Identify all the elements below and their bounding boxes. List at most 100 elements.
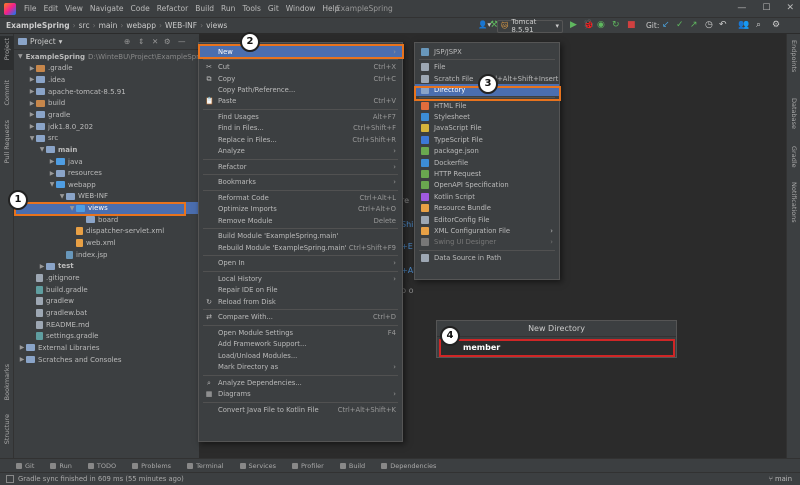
bottom-tab-build[interactable]: Build	[339, 462, 365, 470]
new-submenu-item[interactable]: Stylesheet	[415, 111, 559, 122]
new-submenu-item[interactable]: XML Configuration File ›	[415, 225, 559, 236]
context-menu-item[interactable]: ⧉ Copy Ctrl+C	[199, 73, 402, 84]
debug-icon[interactable]: 🐞	[583, 20, 594, 30]
tree-item[interactable]: ▼ src	[14, 133, 199, 144]
search-icon[interactable]: ⌕	[756, 20, 761, 30]
project-tool-tab[interactable]: Project	[3, 38, 11, 60]
menu-navigate[interactable]: Navigate	[90, 4, 124, 13]
bookmarks-tool-tab[interactable]: Bookmarks	[3, 364, 11, 400]
context-menu-item[interactable]: Mark Directory as ›	[199, 362, 402, 373]
breadcrumb-item[interactable]: main	[99, 21, 118, 30]
context-menu-item[interactable]: Replace in Files... Ctrl+Shift+R	[199, 134, 402, 145]
context-menu-item[interactable]: Local History ›	[199, 273, 402, 284]
bottom-tab-profiler[interactable]: Profiler	[291, 462, 324, 470]
bottom-tab-dependencies[interactable]: Dependencies	[381, 462, 436, 470]
breadcrumb-item[interactable]: src	[79, 21, 90, 30]
pull-requests-tool-tab[interactable]: Pull Requests	[3, 120, 11, 163]
expand-arrow-icon[interactable]: ▼	[18, 53, 23, 60]
context-menu-item[interactable]: Copy Path/Reference...	[199, 84, 402, 95]
new-submenu-item[interactable]: EditorConfig File	[415, 214, 559, 225]
new-submenu-item[interactable]: Kotlin Script	[415, 191, 559, 202]
tree-item[interactable]: README.md	[14, 319, 199, 330]
context-menu-item[interactable]: ↻ Reload from Disk	[199, 296, 402, 307]
bottom-tab-git[interactable]: Git	[16, 462, 34, 470]
expand-arrow-icon[interactable]: ▶	[28, 100, 36, 107]
context-menu-item[interactable]: Add Framework Support...	[199, 339, 402, 350]
context-menu-item[interactable]: Rebuild Module 'ExampleSpring.main' Ctrl+…	[199, 242, 402, 253]
minimize-icon[interactable]: —	[737, 3, 746, 13]
new-submenu-item[interactable]: File	[415, 62, 559, 73]
tree-item[interactable]: dispatcher-servlet.xml	[14, 226, 199, 237]
bottom-tab-problems[interactable]: Problems	[132, 462, 171, 470]
new-submenu-item[interactable]: TypeScript File	[415, 134, 559, 145]
expand-arrow-icon[interactable]: ▶	[18, 356, 26, 363]
tree-item[interactable]: ▶ Scratches and Consoles	[14, 354, 199, 365]
context-menu-item[interactable]: Load/Unload Modules...	[199, 350, 402, 361]
locate-icon[interactable]: ⊕	[124, 37, 130, 46]
project-view-select[interactable]: Project	[30, 37, 56, 46]
context-menu-item[interactable]: ▦ Diagrams ›	[199, 389, 402, 400]
tree-item[interactable]: ▼ webapp	[14, 179, 199, 190]
status-panel-icon[interactable]	[6, 475, 14, 483]
notifications-tool-tab[interactable]: Notifications	[790, 182, 798, 223]
new-submenu-item[interactable]: HTTP Request	[415, 168, 559, 179]
new-submenu-item[interactable]: JSP/JSPX	[415, 46, 559, 57]
tree-item[interactable]: gradlew	[14, 296, 199, 307]
context-menu-item[interactable]: Repair IDE on File	[199, 285, 402, 296]
new-submenu-item[interactable]: HTML File	[415, 100, 559, 111]
code-with-me-icon[interactable]: 👥	[738, 20, 749, 30]
tree-item[interactable]: settings.gradle	[14, 331, 199, 342]
tree-item[interactable]: ▶ gradle	[14, 109, 199, 120]
structure-tool-tab[interactable]: Structure	[3, 414, 11, 444]
profile-icon[interactable]: ↻	[612, 20, 620, 30]
tree-item[interactable]: ▶ .gradle	[14, 63, 199, 74]
tree-item[interactable]: .gitignore	[14, 272, 199, 283]
tree-item[interactable]: ▼ main	[14, 144, 199, 155]
tree-item[interactable]: ▶ apache-tomcat-8.5.91	[14, 86, 199, 97]
context-menu-item[interactable]: Find Usages Alt+F7	[199, 111, 402, 122]
menu-window[interactable]: Window	[286, 4, 316, 13]
tree-item[interactable]: ▼ ExampleSpring D:\WinteBU\Project\Example…	[14, 51, 210, 62]
rollback-icon[interactable]: ↶	[719, 20, 727, 30]
menu-edit[interactable]: Edit	[44, 4, 59, 13]
expand-arrow-icon[interactable]: ▶	[48, 170, 56, 177]
new-submenu-item[interactable]: OpenAPI Specification	[415, 180, 559, 191]
tree-item[interactable]: ▶ .idea	[14, 74, 199, 85]
context-menu-item[interactable]: Reformat Code Ctrl+Alt+L	[199, 192, 402, 203]
expand-arrow-icon[interactable]: ▶	[28, 123, 36, 130]
database-tool-tab[interactable]: Database	[790, 98, 798, 129]
tree-item[interactable]: ▼ WEB-INF	[14, 191, 199, 202]
expand-arrow-icon[interactable]: ▼	[48, 181, 56, 188]
bottom-tab-services[interactable]: Services	[239, 462, 276, 470]
context-menu-item[interactable]: Remove Module Delete	[199, 215, 402, 226]
context-menu-item[interactable]: Optimize Imports Ctrl+Alt+O	[199, 204, 402, 215]
expand-arrow-icon[interactable]: ▶	[38, 263, 46, 270]
bottom-tab-todo[interactable]: TODO	[87, 462, 116, 470]
tree-item[interactable]: ▶ test	[14, 261, 199, 272]
tree-item[interactable]: build.gradle	[14, 284, 199, 295]
menu-build[interactable]: Build	[195, 4, 214, 13]
context-menu-item[interactable]: Build Module 'ExampleSpring.main'	[199, 231, 402, 242]
expand-arrow-icon[interactable]: ▶	[28, 111, 36, 118]
bottom-tab-run[interactable]: Run	[50, 462, 72, 470]
expand-arrow-icon[interactable]: ▶	[28, 76, 36, 83]
new-submenu-item[interactable]: Data Source in Path	[415, 252, 559, 263]
context-menu-item[interactable]: Refactor ›	[199, 161, 402, 172]
breadcrumb-item[interactable]: views	[206, 21, 227, 30]
expand-arrow-icon[interactable]: ▶	[28, 65, 36, 72]
menu-tools[interactable]: Tools	[242, 4, 260, 13]
hide-panel-icon[interactable]: —	[178, 37, 186, 46]
expand-arrow-icon[interactable]: ▼	[58, 193, 66, 200]
context-menu-item[interactable]: ⌕ Analyze Dependencies...	[199, 377, 402, 388]
expand-all-icon[interactable]: ✕	[152, 37, 158, 46]
context-menu-item[interactable]: Open In ›	[199, 258, 402, 269]
menu-view[interactable]: View	[65, 4, 83, 13]
git-branch[interactable]: ⑂ main	[769, 475, 792, 483]
new-submenu-item[interactable]: Dockerfile	[415, 157, 559, 168]
context-menu-item[interactable]: Open Module Settings F4	[199, 327, 402, 338]
close-icon[interactable]: ✕	[786, 3, 794, 13]
menu-run[interactable]: Run	[221, 4, 235, 13]
context-menu-item[interactable]: Convert Java File to Kotlin File Ctrl+Alt…	[199, 404, 402, 415]
options-icon[interactable]: ⚙	[164, 37, 171, 46]
new-submenu-item[interactable]: package.json	[415, 146, 559, 157]
